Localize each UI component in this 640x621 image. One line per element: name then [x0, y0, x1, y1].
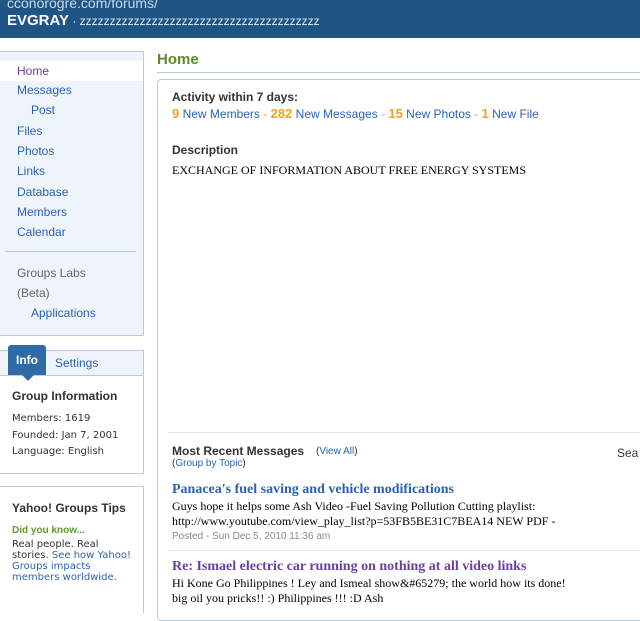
- info-tabs: Info Settings: [0, 345, 143, 381]
- paren-close: ): [242, 458, 246, 469]
- new-messages-count: 282: [270, 106, 293, 121]
- new-messages-link[interactable]: New Messages: [296, 107, 378, 121]
- group-info-panel: Info Settings Group Information Members:…: [0, 345, 144, 474]
- message-snippet-line: Hi Kone Go Philippines ! Ley and Ismeal …: [172, 576, 566, 590]
- tips-body: Real people. Real stories. See how Yahoo…: [12, 539, 132, 583]
- message-posted-meta: Posted - Sun Dec 5, 2010 11:36 am: [172, 531, 331, 542]
- left-navigation: Home Messages Post Files Photos Links Da…: [0, 51, 144, 336]
- message-divider: [168, 550, 640, 551]
- group-header: cconorogre.com/forums/ EVGRAY · zzzzzzzz…: [0, 0, 640, 38]
- message-title-link[interactable]: Re: Ismael electric car running on nothi…: [172, 559, 526, 575]
- did-you-know: Did you know...: [12, 525, 85, 536]
- tab-info[interactable]: Info: [8, 345, 46, 381]
- new-file-count: 1: [481, 106, 489, 121]
- page-title: Home: [157, 51, 199, 68]
- group-language: Language: English: [12, 446, 105, 457]
- founded-date: Founded: Jan 7, 2001: [12, 430, 119, 441]
- group-title: EVGRAY · zzzzzzzzzzzzzzzzzzzzzzzzzzzzzzz…: [7, 12, 320, 29]
- activity-sep: -: [470, 107, 482, 121]
- new-members-link[interactable]: New Members: [183, 107, 260, 121]
- nav-home[interactable]: Home: [0, 61, 143, 81]
- group-name[interactable]: EVGRAY: [7, 12, 69, 29]
- new-members-count: 9: [172, 106, 180, 121]
- new-photos-count: 15: [388, 106, 403, 121]
- home-content-panel: Activity within 7 days: 9 New Members - …: [157, 79, 640, 621]
- paren-close: ): [354, 446, 358, 457]
- description-label: Description: [172, 143, 239, 157]
- group-info-title: Group Information: [12, 389, 118, 403]
- nav-post[interactable]: Post: [31, 103, 55, 117]
- tips-panel: Yahoo! Groups Tips Did you know... Real …: [0, 486, 144, 613]
- new-photos-link[interactable]: New Photos: [406, 107, 471, 121]
- activity-summary: 9 New Members - 282 New Messages - 15 Ne…: [172, 106, 539, 121]
- nav-divider: [5, 251, 136, 252]
- header-url: cconorogre.com/forums/: [7, 0, 158, 11]
- nav-links[interactable]: Links: [17, 164, 45, 178]
- group-by-topic-wrapper: (Group by Topic): [172, 458, 246, 469]
- tips-title: Yahoo! Groups Tips: [12, 501, 126, 515]
- groups-labs-label: Groups Labs: [17, 266, 86, 280]
- activity-label: Activity within 7 days:: [172, 90, 299, 104]
- nav-messages[interactable]: Messages: [17, 83, 72, 97]
- groups-labs-beta: (Beta): [17, 286, 50, 300]
- nav-photos[interactable]: Photos: [17, 144, 54, 158]
- description-text: EXCHANGE OF INFORMATION ABOUT FREE ENERG…: [172, 163, 527, 177]
- nav-files[interactable]: Files: [17, 124, 42, 138]
- nav-calendar[interactable]: Calendar: [17, 225, 66, 239]
- activity-sep: -: [377, 107, 389, 121]
- group-by-topic-link[interactable]: Group by Topic: [175, 458, 242, 469]
- nav-database[interactable]: Database: [17, 185, 68, 199]
- view-all-wrapper: (View All): [316, 446, 358, 457]
- message-snippet-line: big oil you pricks!! :) Philippines !!! …: [172, 591, 384, 605]
- message-title-link[interactable]: Panacea's fuel saving and vehicle modifi…: [172, 482, 454, 498]
- tab-settings[interactable]: Settings: [55, 356, 98, 370]
- view-all-link[interactable]: View All: [319, 446, 354, 457]
- new-file-link[interactable]: New File: [492, 107, 539, 121]
- message-snippet-line: http://www.youtube.com/view_play_list?p=…: [172, 514, 556, 528]
- nav-applications[interactable]: Applications: [31, 306, 96, 320]
- title-divider: [157, 72, 640, 73]
- members-count: Members: 1619: [12, 413, 91, 424]
- search-label-cut: Sea: [617, 446, 639, 460]
- title-separator: ·: [68, 14, 80, 28]
- group-description-short: zzzzzzzzzzzzzzzzzzzzzzzzzzzzzzzzzzzzzzzz: [79, 14, 320, 28]
- section-divider: [168, 432, 640, 433]
- tab-info-label: Info: [16, 353, 38, 367]
- activity-sep: -: [259, 107, 271, 121]
- nav-members[interactable]: Members: [17, 205, 67, 219]
- recent-messages-label: Most Recent Messages: [172, 444, 305, 458]
- message-snippet-line: Guys hope it helps some Ash Video -Fuel …: [172, 499, 536, 513]
- tab-pointer-icon: [22, 375, 34, 381]
